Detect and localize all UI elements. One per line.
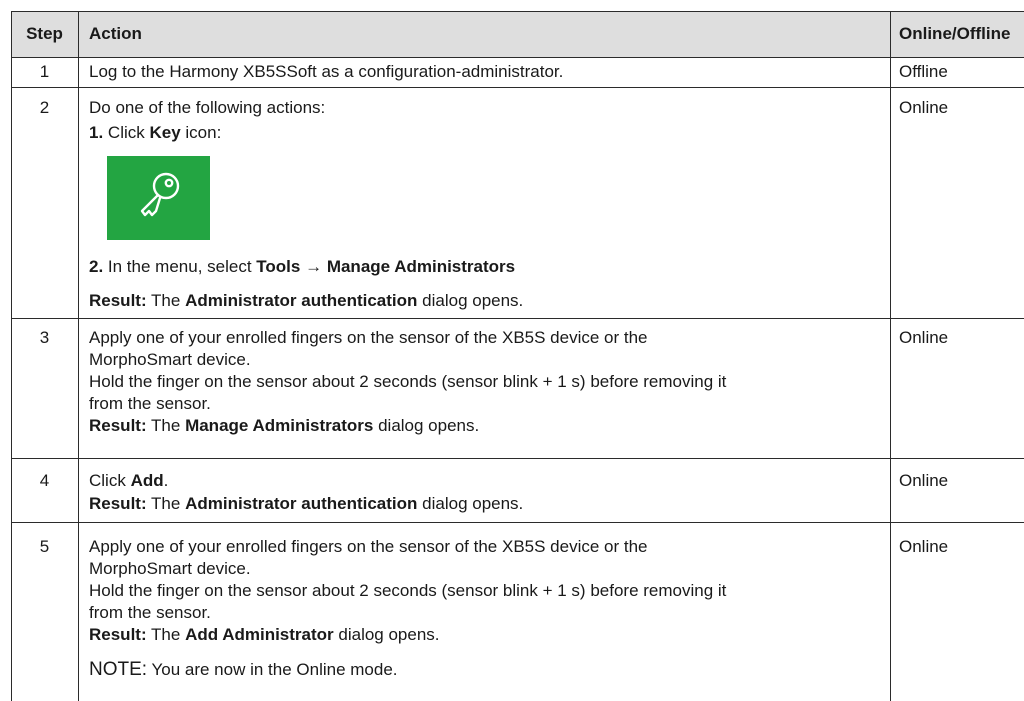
key-icon-glyph	[140, 172, 180, 217]
result-text: Result: The Administrator authentication…	[89, 291, 524, 310]
result-label: Result:	[89, 291, 147, 310]
result-text: Result: The Manage Administrators dialog…	[89, 416, 480, 435]
procedure-table: Step Action Online/Offline 1 Log to the …	[0, 0, 1024, 701]
mode-value: Online	[899, 471, 949, 490]
header-divider	[11, 57, 1024, 58]
result-label: Result:	[89, 494, 147, 513]
key-label: Key	[149, 123, 181, 142]
table-header-row	[11, 12, 1024, 58]
table-border-top	[11, 11, 1024, 12]
step-number: 1	[39, 62, 50, 81]
arrow-icon: →	[300, 257, 327, 276]
row-divider-2	[11, 318, 1024, 319]
action-text-line: from the sensor.	[89, 603, 211, 622]
list-number: 2.	[89, 257, 104, 276]
action-text-line: MorphoSmart device.	[89, 559, 251, 578]
header-online-offline: Online/Offline	[899, 24, 1011, 43]
mode-value: Offline	[899, 62, 948, 81]
mode-value: Online	[899, 328, 949, 347]
result-text: Result: The Administrator authentication…	[89, 494, 524, 513]
action-text-line: Hold the finger on the sensor about 2 se…	[89, 581, 727, 600]
menu-manage-administrators: Manage Administrators	[326, 257, 516, 276]
action-text-line: Hold the finger on the sensor about 2 se…	[89, 372, 727, 391]
action-text-line: from the sensor.	[89, 394, 211, 413]
result-label: Result:	[89, 416, 147, 435]
action-text-line: Apply one of your enrolled fingers on th…	[89, 537, 648, 556]
column-divider-step	[78, 11, 79, 701]
step-number: 2	[39, 98, 50, 117]
list-number: 1.	[89, 123, 104, 142]
row-divider-1	[11, 87, 1024, 88]
step-number: 5	[39, 537, 50, 556]
step-number: 4	[39, 471, 50, 490]
header-step: Step	[26, 24, 63, 43]
action-text-line: Click Add.	[89, 471, 169, 490]
result-text: Result: The Add Administrator dialog ope…	[89, 625, 440, 644]
action-item-2: 2. In the menu, select Tools → Manage Ad…	[89, 257, 516, 276]
mode-value: Online	[899, 537, 949, 556]
header-action: Action	[89, 24, 142, 43]
action-item-1: 1. Click Key icon:	[89, 123, 222, 142]
action-text-line: MorphoSmart device.	[89, 350, 251, 369]
row-divider-4	[11, 522, 1024, 523]
note-text: NOTE: You are now in the Online mode.	[89, 659, 398, 680]
action-text-line: Apply one of your enrolled fingers on th…	[89, 328, 648, 347]
action-intro: Do one of the following actions:	[89, 98, 326, 117]
key-icon	[107, 156, 210, 240]
step-number: 3	[39, 328, 50, 347]
row-divider-3	[11, 458, 1024, 459]
add-label: Add	[130, 471, 164, 490]
menu-tools: Tools	[256, 257, 301, 276]
action-text: Log to the Harmony XB5SSoft as a configu…	[89, 62, 564, 81]
mode-value: Online	[899, 98, 949, 117]
result-label: Result:	[89, 625, 147, 644]
note-label: NOTE:	[89, 659, 148, 680]
column-divider-mode	[890, 11, 891, 701]
